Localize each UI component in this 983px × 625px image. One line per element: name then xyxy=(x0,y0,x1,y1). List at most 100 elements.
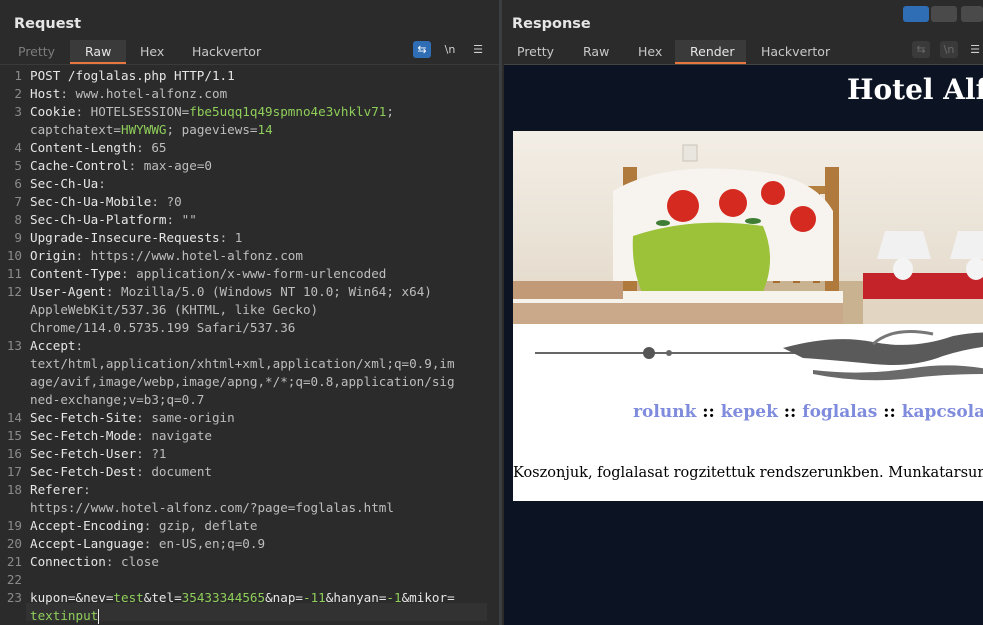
request-tab-raw[interactable]: Raw xyxy=(85,44,111,59)
code-text: Content-Length: 65 xyxy=(30,139,167,157)
code-token: Accept-Encoding xyxy=(30,518,144,533)
request-tab-hackvertor[interactable]: Hackvertor xyxy=(192,44,261,59)
code-text: https://www.hotel-alfonz.com/?page=fogla… xyxy=(30,499,394,517)
code-line: 22 xyxy=(0,571,499,589)
newline-toggle[interactable]: \n xyxy=(441,41,459,58)
response-tab-pretty[interactable]: Pretty xyxy=(517,44,554,59)
code-token: &hanyan= xyxy=(325,590,387,605)
line-number: 12 xyxy=(6,284,22,299)
code-line: 23 kupon=&nev=test&tel=35433344565&nap=-1… xyxy=(0,589,499,607)
code-line: 2 Host: www.hotel-alfonz.com xyxy=(0,85,499,103)
code-text: Referer: xyxy=(30,481,91,499)
code-text: Cookie: HOTELSESSION=fbe5uqq1q49spmno4e3… xyxy=(30,103,394,121)
code-text: User-Agent: Mozilla/5.0 (Windows NT 10.0… xyxy=(30,283,432,301)
request-tab-hex[interactable]: Hex xyxy=(140,44,164,59)
code-text: Chrome/114.0.5735.199 Safari/537.36 xyxy=(30,319,295,337)
code-token: : close xyxy=(105,554,159,569)
nav-separator: :: xyxy=(702,402,715,422)
line-number: 5 xyxy=(14,158,22,173)
code-token: age/avif,image/webp,image/apng,*/*;q=0.8… xyxy=(30,374,455,389)
code-token: Sec-Fetch-User xyxy=(30,446,137,461)
line-number: 16 xyxy=(6,446,22,461)
site-title: Hotel Alfo xyxy=(847,73,983,106)
code-token: Origin xyxy=(30,248,76,263)
code-token: Accept xyxy=(30,338,76,353)
raw-request-editor[interactable]: 1 POST /foglalas.php HTTP/1.1 2 Host: www.h… xyxy=(0,64,499,625)
nav-link-kapcsolat[interactable]: kapcsolat xyxy=(902,402,983,422)
nav-link-kepek[interactable]: kepek xyxy=(721,402,778,422)
code-line: 14 Sec-Fetch-Site: same-origin xyxy=(0,409,499,427)
code-token: : ?1 xyxy=(136,446,167,461)
code-text: Cache-Control: max-age=0 xyxy=(30,157,212,175)
line-number: 1 xyxy=(14,68,22,83)
code-token: : xyxy=(83,482,91,497)
code-token: : https://www.hotel-alfonz.com xyxy=(75,248,303,263)
code-text: Sec-Ch-Ua-Mobile: ?0 xyxy=(30,193,182,211)
line-number: 9 xyxy=(14,230,22,245)
code-token: : application/x-www-form-urlencoded xyxy=(121,266,387,281)
single-pane-layout-icon[interactable] xyxy=(961,6,983,22)
code-text: Host: www.hotel-alfonz.com xyxy=(30,85,227,103)
response-tab-hackvertor[interactable]: Hackvertor xyxy=(761,44,830,59)
code-token: : document xyxy=(136,464,212,479)
line-number: 18 xyxy=(6,482,22,497)
side-by-side-layout-icon[interactable] xyxy=(903,6,929,22)
code-token: text/html,application/xhtml+xml,applicat… xyxy=(30,356,455,371)
code-text: ned-exchange;v=b3;q=0.7 xyxy=(30,391,204,409)
code-token: Sec-Ch-Ua xyxy=(30,176,99,191)
site-content: rolunk :: kepek :: foglalas :: kapcsolat… xyxy=(513,131,983,501)
newline-toggle-disabled: \n xyxy=(940,41,958,58)
hamburger-menu-icon[interactable]: ☰ xyxy=(966,41,983,58)
code-token: Accept-Language xyxy=(30,536,144,551)
request-tab-pretty[interactable]: Pretty xyxy=(18,44,55,59)
code-line: textinput xyxy=(0,607,499,625)
code-token: Sec-Fetch-Mode xyxy=(30,428,137,443)
line-number: 8 xyxy=(14,212,22,227)
nav-separator: :: xyxy=(883,402,896,422)
line-number: 17 xyxy=(6,464,22,479)
code-token: kupon=&nev= xyxy=(30,590,114,605)
code-text: kupon=&nev=test&tel=35433344565&nap=-11&… xyxy=(30,589,455,607)
code-text: Origin: https://www.hotel-alfonz.com xyxy=(30,247,303,265)
response-tab-raw[interactable]: Raw xyxy=(583,44,609,59)
code-token: textinput xyxy=(30,608,99,623)
code-token: 35433344565 xyxy=(181,590,266,605)
code-token: ; xyxy=(386,104,394,119)
code-token: Host xyxy=(30,86,61,101)
code-token: Chrome/114.0.5735.199 Safari/537.36 xyxy=(30,320,296,335)
code-text: text/html,application/xhtml+xml,applicat… xyxy=(30,355,455,373)
code-token: Cache-Control xyxy=(30,158,129,173)
code-token: : www.hotel-alfonz.com xyxy=(60,86,228,101)
code-token: : navigate xyxy=(136,428,212,443)
code-token: ned-exchange;v=b3;q=0.7 xyxy=(30,392,205,407)
response-pane: Response Pretty Raw Hex Render Hackverto… xyxy=(502,0,983,625)
code-token: Sec-Ch-Ua-Platform xyxy=(30,212,167,227)
code-line: text/html,application/xhtml+xml,applicat… xyxy=(0,355,499,373)
response-tab-render[interactable]: Render xyxy=(690,44,735,59)
stacked-layout-icon[interactable] xyxy=(931,6,957,22)
request-pane: Request Pretty Raw Hex Hackvertor ⇆ \n ☰… xyxy=(0,0,499,625)
code-token: Referer xyxy=(30,482,84,497)
code-text: POST /foglalas.php HTTP/1.1 xyxy=(30,67,235,85)
response-title: Response xyxy=(512,16,591,32)
code-line: age/avif,image/webp,image/apng,*/*;q=0.8… xyxy=(0,373,499,391)
nav-link-rolunk[interactable]: rolunk xyxy=(633,402,696,422)
code-token: Cookie xyxy=(30,104,76,119)
line-number: 13 xyxy=(6,338,22,353)
code-line: 10 Origin: https://www.hotel-alfonz.com xyxy=(0,247,499,265)
response-tab-hex[interactable]: Hex xyxy=(638,44,662,59)
code-token: : xyxy=(75,338,84,353)
code-token: -11 xyxy=(303,590,326,605)
code-line: 9 Upgrade-Insecure-Requests: 1 xyxy=(0,229,499,247)
line-number: 3 xyxy=(14,104,22,119)
confirmation-message: Koszonjuk, foglalasat rogzitettuk rendsz… xyxy=(513,465,983,481)
code-line: 8 Sec-Ch-Ua-Platform: "" xyxy=(0,211,499,229)
line-number: 23 xyxy=(6,590,22,605)
nav-link-foglalas[interactable]: foglalas xyxy=(802,402,877,422)
code-token: : en-US,en;q=0.9 xyxy=(143,536,266,551)
text-cursor xyxy=(98,609,100,624)
wrap-lines-toggle[interactable]: ⇆ xyxy=(413,41,431,58)
hamburger-menu-icon[interactable]: ☰ xyxy=(469,41,487,58)
response-tabs: Pretty Raw Hex Render Hackvertor ⇆ \n ☰ xyxy=(502,40,983,64)
code-token: : same-origin xyxy=(136,410,235,425)
